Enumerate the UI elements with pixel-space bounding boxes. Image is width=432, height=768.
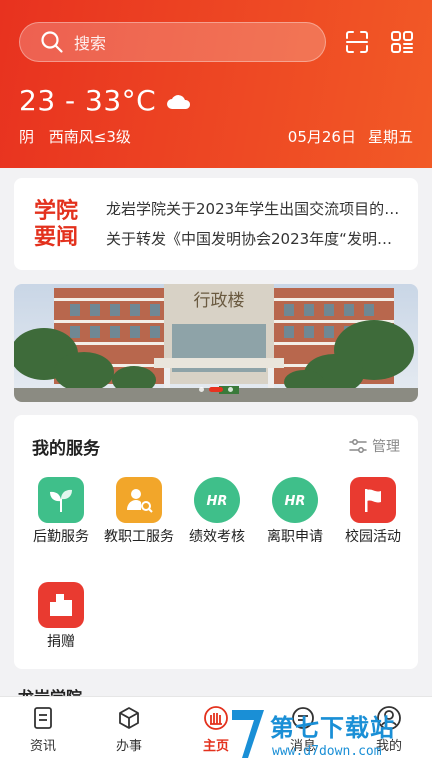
sprout-icon — [38, 477, 84, 523]
weather-detail: 阴 西南风≤3级 — [19, 126, 131, 147]
flag-icon — [350, 477, 396, 523]
carousel-indicator — [14, 387, 418, 392]
scan-icon[interactable] — [344, 29, 370, 55]
carousel-dot-active[interactable] — [209, 387, 223, 392]
tab-label: 办事 — [115, 739, 142, 754]
temperature-text: 23 - 33°C — [19, 84, 157, 117]
service-label: 教职工服务 — [104, 529, 174, 545]
staff-search-icon — [116, 477, 162, 523]
hr-icon: HR — [272, 477, 318, 523]
carousel-dot[interactable] — [199, 387, 204, 392]
sliders-icon — [349, 439, 367, 453]
news-item[interactable]: 龙岩学院关于2023年学生出国交流项目的通知 — [106, 194, 402, 224]
manage-button[interactable]: 管理 — [349, 436, 400, 456]
carousel-dot[interactable] — [228, 387, 233, 392]
cloud-icon — [167, 94, 191, 109]
news-item[interactable]: 关于转发《中国发明协会2023年度“发明创业奖”评选通知》 — [106, 224, 402, 254]
service-label: 捐赠 — [47, 634, 75, 650]
news-icon — [34, 707, 52, 729]
school-logo-icon — [204, 706, 228, 730]
search-bar[interactable]: 搜索 — [19, 22, 326, 62]
date-line: 05月26日 星期五 — [288, 126, 413, 147]
service-logistics[interactable]: 后勤服务 — [22, 477, 100, 547]
watermark-text: 第七下载站 — [270, 714, 395, 742]
news-logo-line1: 学院 — [34, 198, 79, 224]
weather-temperature: 23 - 33°C — [19, 84, 192, 117]
tab-news[interactable]: 资讯 — [10, 705, 76, 754]
watermark-url: www.d7down.com — [272, 744, 382, 759]
manage-label: 管理 — [372, 439, 400, 455]
weather-condition: 阴 — [19, 128, 35, 146]
cube-icon — [119, 707, 139, 729]
my-services-card: 我的服务 管理 后勤服务 教职工服务 HR 绩效考核 HR 离职申请 校园活动 … — [14, 415, 418, 669]
svg-text:HR: HR — [285, 494, 306, 509]
watermark-logo-icon — [232, 710, 264, 758]
service-label: 校园活动 — [345, 529, 401, 545]
svg-text:HR: HR — [207, 494, 228, 509]
service-donation[interactable]: 捐赠 — [22, 582, 100, 652]
header: 搜索 23 - 33°C 阴 西南风≤3级 05月26日 星期五 — [0, 0, 432, 168]
service-resignation[interactable]: HR 离职申请 — [256, 477, 334, 547]
news-logo: 学院 要闻 — [14, 198, 106, 250]
site-watermark: 第七下载站 www.d7down.com — [228, 702, 432, 768]
service-label: 后勤服务 — [33, 529, 89, 545]
campus-banner[interactable]: 行政楼 — [14, 284, 418, 402]
service-label: 绩效考核 — [189, 529, 245, 545]
building-sign-text: 行政楼 — [194, 291, 245, 311]
weekday-text: 星期五 — [367, 128, 413, 146]
news-logo-line2: 要闻 — [34, 224, 79, 250]
weather-wind: 西南风≤3级 — [48, 128, 131, 146]
search-icon — [41, 31, 63, 53]
services-title: 我的服务 — [32, 439, 100, 459]
service-campus-activity[interactable]: 校园活动 — [334, 477, 412, 547]
apps-grid-icon[interactable] — [389, 29, 415, 55]
service-label: 离职申请 — [267, 529, 323, 545]
tab-services[interactable]: 办事 — [96, 705, 162, 754]
service-staff[interactable]: 教职工服务 — [100, 477, 178, 547]
news-list: 龙岩学院关于2023年学生出国交流项目的通知 关于转发《中国发明协会2023年度… — [106, 194, 418, 254]
campus-building-image: 行政楼 — [14, 284, 418, 402]
hr-icon: HR — [194, 477, 240, 523]
news-card[interactable]: 学院 要闻 龙岩学院关于2023年学生出国交流项目的通知 关于转发《中国发明协会… — [14, 178, 418, 270]
search-input[interactable]: 搜索 — [74, 30, 106, 54]
service-performance[interactable]: HR 绩效考核 — [178, 477, 256, 547]
tab-label: 资讯 — [29, 739, 56, 754]
date-text: 05月26日 — [287, 128, 356, 146]
building-icon — [38, 582, 84, 628]
